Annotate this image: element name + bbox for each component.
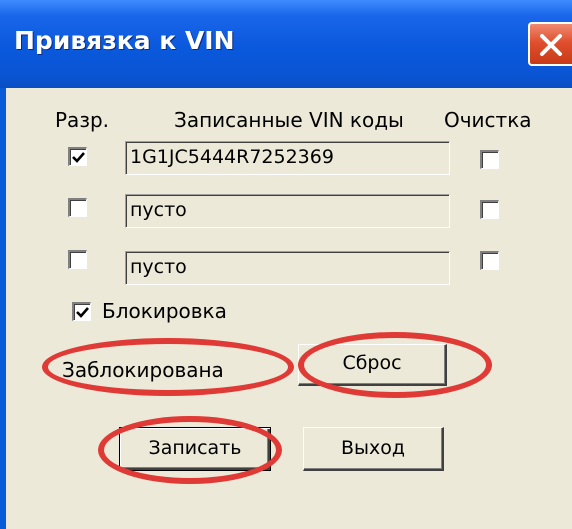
lock-checkbox[interactable] — [72, 302, 91, 321]
write-button[interactable]: Записать — [119, 427, 271, 471]
dialog-body: Разр. Записанные VIN коды Очистка 1G1JC5… — [6, 88, 572, 529]
row-2-vin-field[interactable]: пусто — [125, 194, 450, 228]
checkmark-icon — [72, 152, 85, 163]
lock-status-text: Заблокирована — [62, 358, 224, 382]
exit-button[interactable]: Выход — [303, 427, 444, 471]
title-bar[interactable]: Привязка к VIN — [0, 0, 572, 88]
row-3-enable-checkbox[interactable] — [68, 250, 87, 269]
column-header-enable: Разр. — [55, 108, 110, 132]
reset-button[interactable]: Сброс — [298, 344, 447, 386]
column-header-clear: Очистка — [444, 108, 532, 132]
row-2-clear-checkbox[interactable] — [480, 200, 499, 219]
row-1-clear-checkbox[interactable] — [480, 150, 499, 169]
row-3-clear-checkbox[interactable] — [480, 251, 499, 270]
close-button[interactable] — [528, 22, 572, 66]
row-1-vin-field[interactable]: 1G1JC5444R7252369 — [125, 141, 450, 175]
row-1-enable-checkbox[interactable] — [68, 147, 87, 166]
lock-label: Блокировка — [102, 299, 227, 323]
checkmark-icon — [76, 307, 89, 318]
row-2-enable-checkbox[interactable] — [68, 198, 87, 217]
close-icon — [540, 34, 562, 56]
row-3-vin-field[interactable]: пусто — [125, 251, 450, 285]
column-header-codes: Записанные VIN коды — [174, 108, 404, 132]
window-title: Привязка к VIN — [14, 26, 235, 55]
dialog-window: Привязка к VIN Разр. Записанные VIN коды… — [0, 0, 572, 529]
